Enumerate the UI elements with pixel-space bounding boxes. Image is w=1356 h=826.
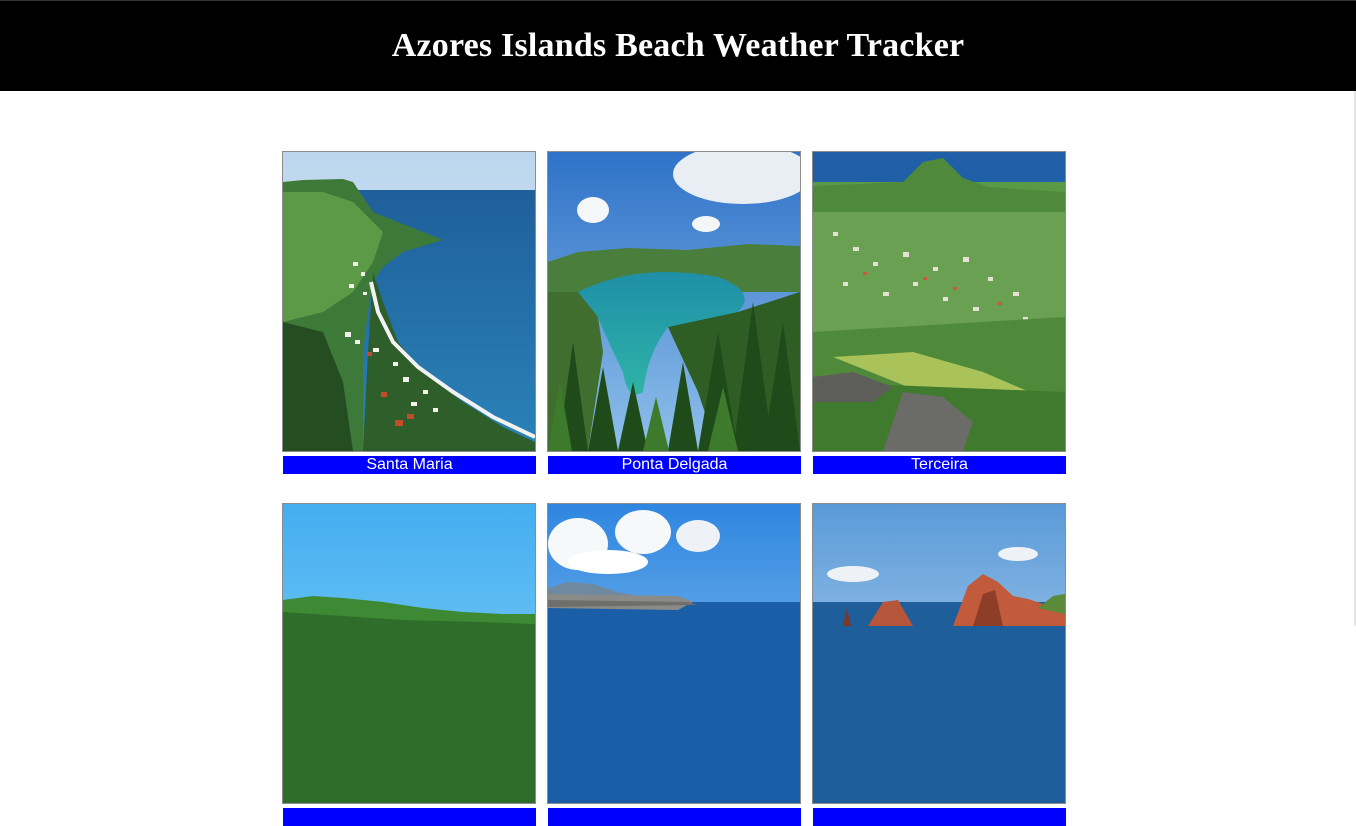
island-6-photo[interactable] [812, 503, 1066, 804]
island-name-label[interactable]: Terceira [813, 456, 1066, 474]
island-name-label[interactable]: Santa Maria [283, 456, 536, 474]
page-header: Azores Islands Beach Weather Tracker [0, 0, 1356, 91]
island-4-photo[interactable] [282, 503, 536, 804]
island-card-santa-maria[interactable]: Santa Maria [282, 151, 536, 474]
terceira-photo[interactable] [812, 151, 1066, 452]
island-name-label[interactable]: Ponta Delgada [548, 456, 801, 474]
island-card-5[interactable] [547, 503, 801, 826]
santa-maria-photo[interactable] [282, 151, 536, 452]
island-card-terceira[interactable]: Terceira [812, 151, 1066, 474]
island-name-label[interactable] [548, 808, 801, 826]
island-name-label[interactable] [283, 808, 536, 826]
ponta-delgada-photo[interactable] [547, 151, 801, 452]
island-grid: Santa Maria Ponta Delgada Terceira [282, 151, 1066, 826]
island-card-4[interactable] [282, 503, 536, 826]
island-card-6[interactable] [812, 503, 1066, 826]
page-title: Azores Islands Beach Weather Tracker [391, 27, 965, 64]
island-card-ponta-delgada[interactable]: Ponta Delgada [547, 151, 801, 474]
island-5-photo[interactable] [547, 503, 801, 804]
island-name-label[interactable] [813, 808, 1066, 826]
